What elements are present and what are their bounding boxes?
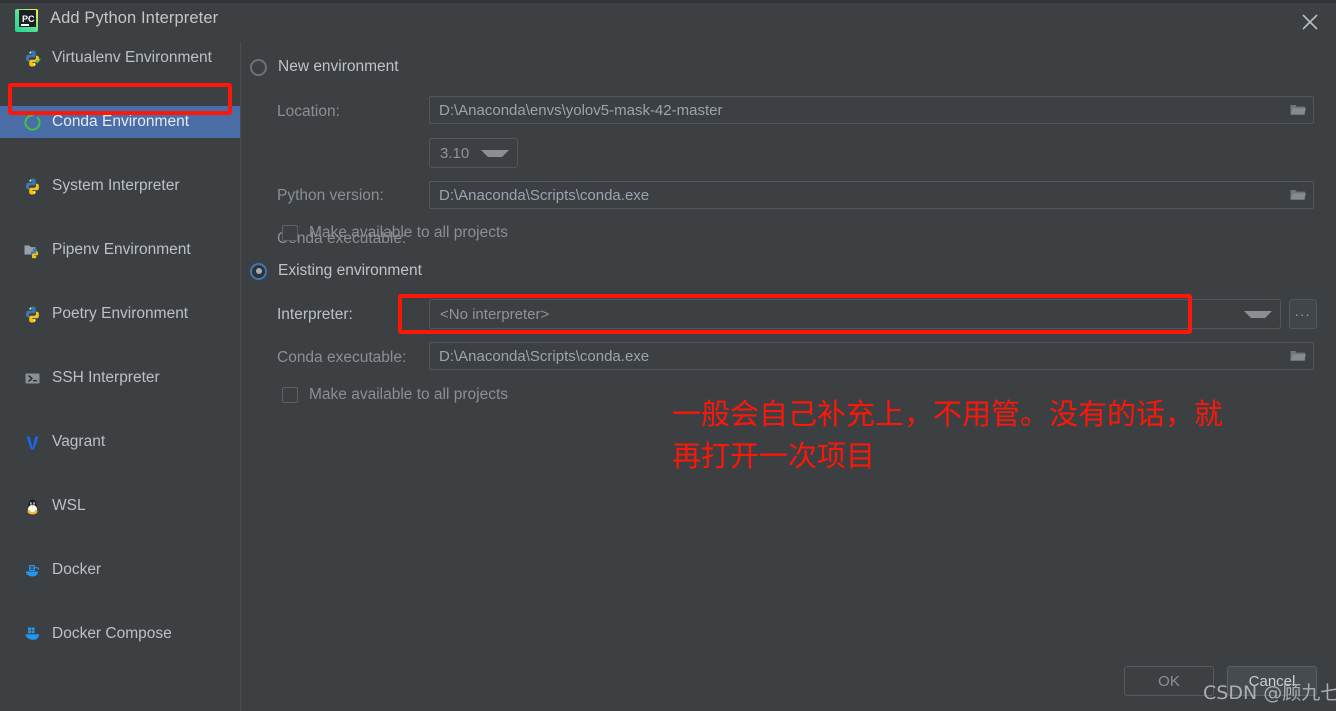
pycharm-icon: PC <box>14 8 39 33</box>
sidebar-item-label: Poetry Environment <box>52 305 189 322</box>
sidebar-item-docker[interactable]: Docker <box>0 554 240 586</box>
make-available-label-existing: Make available to all projects <box>309 386 509 403</box>
sidebar: Virtualenv Environment Conda Environment… <box>0 42 241 711</box>
python-version-label: Python version: <box>277 187 384 204</box>
pipenv-icon <box>22 240 42 260</box>
chevron-down-icon <box>1244 310 1272 318</box>
interpreter-value: <No interpreter> <box>440 305 550 323</box>
title-bar: PC Add Python Interpreter <box>0 0 1336 42</box>
conda-icon <box>22 112 42 132</box>
folder-icon[interactable] <box>1289 348 1307 364</box>
conda-executable-input-existing[interactable]: D:\Anaconda\Scripts\conda.exe <box>429 342 1314 370</box>
poetry-icon <box>22 304 42 324</box>
sidebar-item-system-interpreter[interactable]: System Interpreter <box>0 170 240 202</box>
sidebar-item-docker-compose[interactable]: Docker Compose <box>0 618 240 650</box>
interpreter-more-button[interactable]: ... <box>1289 299 1317 329</box>
conda-executable-label-existing: Conda executable: <box>277 349 407 366</box>
sidebar-item-label: WSL <box>52 497 86 514</box>
svg-text:PC: PC <box>22 14 35 24</box>
main-panel: New environment Location: D:\Anaconda\en… <box>241 42 1336 711</box>
conda-executable-input-new[interactable]: D:\Anaconda\Scripts\conda.exe <box>429 181 1314 209</box>
sidebar-item-label: SSH Interpreter <box>52 369 160 386</box>
radio-existing-environment[interactable]: Existing environment <box>250 262 422 280</box>
python-virtualenv-icon <box>22 48 42 68</box>
page-title: Add Python Interpreter <box>50 9 219 27</box>
sidebar-item-label: Pipenv Environment <box>52 241 191 258</box>
make-available-label-new: Make available to all projects <box>309 224 509 241</box>
sidebar-item-wsl[interactable]: WSL <box>0 490 240 522</box>
python-version-select[interactable]: 3.10 <box>429 138 518 168</box>
sidebar-item-label: System Interpreter <box>52 177 180 194</box>
chevron-down-icon <box>481 149 509 157</box>
location-value: D:\Anaconda\envs\yolov5-mask-42-master <box>439 101 723 119</box>
ok-button[interactable]: OK <box>1124 666 1214 696</box>
sidebar-item-label: Docker <box>52 561 102 578</box>
checkbox-indicator <box>282 225 298 241</box>
sidebar-item-label: Conda Environment <box>52 113 189 130</box>
sidebar-item-conda-environment[interactable]: Conda Environment <box>0 106 240 138</box>
cancel-button[interactable]: Cancel <box>1227 666 1317 696</box>
location-label: Location: <box>277 103 340 120</box>
sidebar-item-poetry-environment[interactable]: Poetry Environment <box>0 298 240 330</box>
linux-penguin-icon <box>22 496 42 516</box>
docker-compose-icon <box>22 624 42 644</box>
title-bar-strip <box>0 0 1336 3</box>
close-icon[interactable] <box>1298 10 1322 34</box>
interpreter-select[interactable]: <No interpreter> <box>429 299 1281 329</box>
vagrant-icon <box>22 432 42 452</box>
radio-indicator-selected <box>250 262 267 280</box>
radio-existing-environment-label: Existing environment <box>278 262 422 279</box>
sidebar-item-ssh-interpreter[interactable]: SSH Interpreter <box>0 362 240 394</box>
sidebar-item-vagrant[interactable]: Vagrant <box>0 426 240 458</box>
python-version-value: 3.10 <box>440 144 470 162</box>
ssh-terminal-icon <box>22 368 42 388</box>
checkbox-indicator <box>282 387 298 403</box>
docker-icon <box>22 560 42 580</box>
python-icon <box>22 176 42 196</box>
radio-new-environment-label: New environment <box>278 58 399 75</box>
make-available-checkbox-new[interactable]: Make available to all projects <box>282 224 508 242</box>
sidebar-item-label: Virtualenv Environment <box>52 49 212 66</box>
conda-executable-value-new: D:\Anaconda\Scripts\conda.exe <box>439 186 650 204</box>
sidebar-item-virtualenv-environment[interactable]: Virtualenv Environment <box>0 42 240 74</box>
sidebar-item-label: Docker Compose <box>52 625 172 642</box>
radio-new-environment[interactable]: New environment <box>250 58 399 76</box>
folder-icon[interactable] <box>1289 102 1307 118</box>
radio-indicator-unselected <box>250 58 267 76</box>
conda-executable-value-existing: D:\Anaconda\Scripts\conda.exe <box>439 347 650 365</box>
location-input[interactable]: D:\Anaconda\envs\yolov5-mask-42-master <box>429 96 1314 124</box>
make-available-checkbox-existing[interactable]: Make available to all projects <box>282 386 508 404</box>
sidebar-item-label: Vagrant <box>52 433 106 450</box>
interpreter-label: Interpreter: <box>277 306 353 323</box>
folder-icon[interactable] <box>1289 187 1307 203</box>
sidebar-item-pipenv-environment[interactable]: Pipenv Environment <box>0 234 240 266</box>
